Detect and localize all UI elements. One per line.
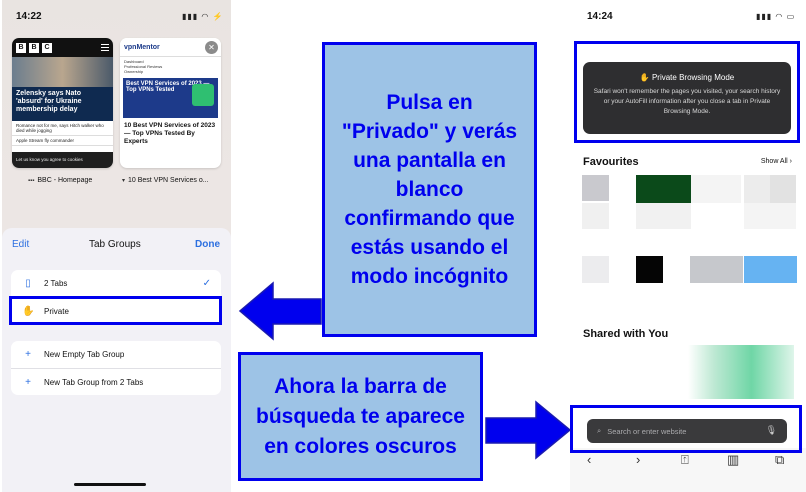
- menu-item: Ownership: [124, 69, 144, 74]
- new-empty-tab-group[interactable]: + New Empty Tab Group: [11, 341, 221, 368]
- lock-illustration-icon: [192, 84, 214, 106]
- show-all-link[interactable]: Show All ›: [761, 158, 792, 165]
- tabs-icon[interactable]: ⧉: [775, 452, 784, 468]
- new-tab-group-list: + New Empty Tab Group + New Tab Group fr…: [11, 341, 221, 395]
- favourites-title: Favourites: [583, 156, 639, 168]
- arrow-left-icon: [238, 281, 322, 341]
- tab-group-2-tabs[interactable]: ▯ 2 Tabs ✓: [11, 270, 221, 297]
- bookmarks-icon[interactable]: ▥: [727, 452, 739, 468]
- favourite-tile[interactable]: [744, 256, 797, 283]
- favourite-tile[interactable]: [636, 256, 663, 283]
- arrow-right-icon: [485, 400, 572, 460]
- shared-content-card[interactable]: [582, 345, 794, 399]
- callout-private-mode: Pulsa en "Privado" y verás una pantalla …: [322, 42, 537, 337]
- favourite-tile[interactable]: [636, 203, 691, 229]
- share-icon[interactable]: ⍐: [681, 452, 689, 468]
- favourite-tile[interactable]: [636, 175, 691, 203]
- bbc-logo-c: C: [42, 42, 52, 53]
- vpnmentor-favicon-icon: ▾: [122, 178, 126, 184]
- tab-groups-sheet: Edit Tab Groups Done ▯ 2 Tabs ✓ ✋ Privat…: [2, 228, 231, 492]
- favourite-tile[interactable]: [744, 203, 796, 229]
- tab-label-bbc: ▪▪▪ BBC - Homepage: [28, 177, 93, 184]
- bbc-header: B B C: [12, 38, 113, 57]
- checkmark-icon: ✓: [202, 278, 211, 289]
- menu-icon: [101, 44, 109, 51]
- favourite-tile[interactable]: [770, 175, 796, 203]
- composite-screenshot: 14:22 ▮▮▮ ◠ ⚡ B B C Zelensky says Nato '…: [0, 0, 806, 492]
- favourite-tile[interactable]: [582, 256, 609, 283]
- tab-card-vpnmentor[interactable]: vpnMentor ✕ Dashboard Professional Revie…: [120, 38, 221, 168]
- phone-icon: ▯: [25, 278, 31, 289]
- bbc-favicon-icon: ▪▪▪: [28, 178, 35, 184]
- forward-icon[interactable]: ›: [636, 452, 640, 467]
- vpnmentor-title: 10 Best VPN Services of 2023 — Top VPNs …: [124, 122, 216, 145]
- vpnmentor-menu: Dashboard Professional Reviews Ownership: [120, 57, 221, 76]
- bbc-logo-b2: B: [29, 42, 39, 53]
- home-indicator: [74, 483, 146, 486]
- done-button[interactable]: Done: [195, 239, 220, 250]
- search-bar-highlight: [570, 405, 802, 453]
- callout-search-bar: Ahora la barra de búsqueda te aparece en…: [238, 352, 483, 481]
- tab-label-vpnmentor: ▾ 10 Best VPN Services o...: [122, 177, 209, 184]
- status-icons: ▮▮▮ ◠ ⚡: [182, 12, 224, 21]
- plus-icon: +: [25, 376, 31, 388]
- tab-card-bbc[interactable]: B B C Zelensky says Nato 'absurd' for Uk…: [12, 38, 113, 168]
- bbc-subheadline: Romance not for me, says Hitch walker wh…: [12, 121, 113, 136]
- shared-with-you-title: Shared with You: [583, 328, 669, 340]
- bbc-subheadline: Apple Stream fly commander: [12, 136, 113, 146]
- bbc-news-photo: [12, 57, 113, 87]
- new-tab-group-from-tabs[interactable]: + New Tab Group from 2 Tabs: [11, 368, 221, 395]
- close-tab-icon[interactable]: ✕: [205, 41, 218, 54]
- chevron-right-icon: ›: [787, 158, 792, 165]
- sheet-title: Tab Groups: [89, 239, 141, 250]
- left-phone-screen: 14:22 ▮▮▮ ◠ ⚡ B B C Zelensky says Nato '…: [2, 0, 231, 492]
- row-label: New Empty Tab Group: [44, 350, 125, 359]
- row-label: New Tab Group from 2 Tabs: [44, 377, 144, 387]
- favourite-tile[interactable]: [691, 175, 741, 203]
- vpnmentor-banner: Best VPN Services of 2023 — Top VPNs Tes…: [123, 78, 218, 118]
- row-label: 2 Tabs: [44, 279, 68, 288]
- bbc-headline: Zelensky says Nato 'absurd' for Ukraine …: [12, 87, 113, 121]
- private-row-highlight: [9, 296, 222, 325]
- back-icon[interactable]: ‹: [587, 452, 591, 467]
- status-time: 14:24: [587, 11, 613, 22]
- bbc-logo-b: B: [16, 42, 26, 53]
- safari-toolbar: ‹ › ⍐ ▥ ⧉: [570, 448, 806, 492]
- favourite-tile[interactable]: [582, 175, 609, 201]
- favourite-tile[interactable]: [690, 256, 743, 283]
- private-notice-highlight: [574, 41, 800, 143]
- favourite-tile[interactable]: [582, 203, 609, 229]
- favourite-tile[interactable]: [744, 175, 770, 203]
- status-icons: ▮▮▮ ◠ ▭: [756, 12, 796, 21]
- plus-icon: +: [25, 349, 31, 360]
- edit-button[interactable]: Edit: [12, 239, 29, 250]
- status-time: 14:22: [16, 11, 42, 22]
- cookie-banner: Let us know you agree to cookies: [12, 152, 113, 168]
- vpnmentor-logo: vpnMentor: [124, 43, 160, 51]
